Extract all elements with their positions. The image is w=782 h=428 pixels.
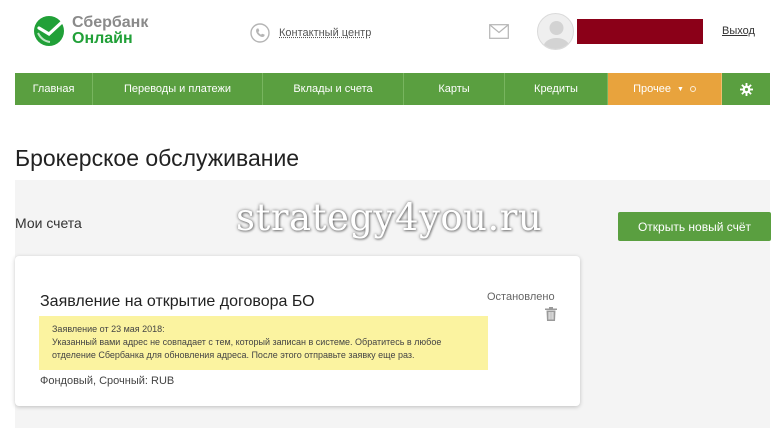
contact-center-link[interactable]: Контактный центр (279, 27, 371, 39)
main-nav: Главная Переводы и платежи Вклады и счет… (15, 73, 770, 105)
logo-text: Сбербанк Онлайн (72, 15, 148, 47)
phone-icon (250, 23, 270, 43)
card-title[interactable]: Заявление на открытие договора БО (40, 293, 315, 311)
my-accounts-heading: Мои счета (15, 215, 82, 231)
watermark: strategy4you.ru (236, 196, 543, 239)
card-footer-details: Фондовый, Срочный: RUB (40, 375, 175, 387)
sberbank-logo[interactable]: Сбербанк Онлайн (32, 14, 148, 48)
logout-link[interactable]: Выход (722, 25, 755, 37)
caret-down-icon: ▼ (676, 85, 684, 93)
logo-line-2: Онлайн (72, 30, 133, 47)
nav-item-credits[interactable]: Кредиты (505, 73, 608, 105)
contact-center[interactable]: Контактный центр (250, 23, 371, 43)
page-title: Брокерское обслуживание (15, 145, 300, 171)
avatar-icon (543, 21, 570, 49)
note-text: Указанный вами адрес не совпадает с тем,… (52, 337, 442, 360)
trash-icon[interactable] (545, 307, 557, 321)
status-badge: Остановлено (487, 291, 555, 303)
nav-item-other-label: Прочее (633, 83, 671, 95)
open-new-account-button[interactable]: Открыть новый счёт (618, 212, 771, 241)
nav-item-transfers[interactable]: Переводы и платежи (93, 73, 263, 105)
avatar[interactable] (537, 13, 574, 50)
application-card: Заявление на открытие договора БО Остано… (15, 256, 580, 406)
gear-icon (739, 82, 753, 96)
nav-item-deposits[interactable]: Вклады и счета (263, 73, 404, 105)
notification-dot-icon (689, 86, 696, 92)
mail-icon[interactable] (489, 24, 509, 39)
logo-line-1: Сбербанк (72, 14, 149, 31)
nav-item-cards[interactable]: Карты (404, 73, 505, 105)
status-note: Заявление от 23 мая 2018: Указанный вами… (39, 316, 488, 370)
nav-item-other[interactable]: Прочее ▼ (608, 73, 722, 105)
note-date: Заявление от 23 мая 2018: (52, 324, 165, 334)
user-name-redacted (577, 19, 703, 44)
settings-button[interactable] (722, 73, 770, 105)
nav-item-home[interactable]: Главная (15, 73, 93, 105)
sberbank-logo-icon (34, 16, 64, 46)
